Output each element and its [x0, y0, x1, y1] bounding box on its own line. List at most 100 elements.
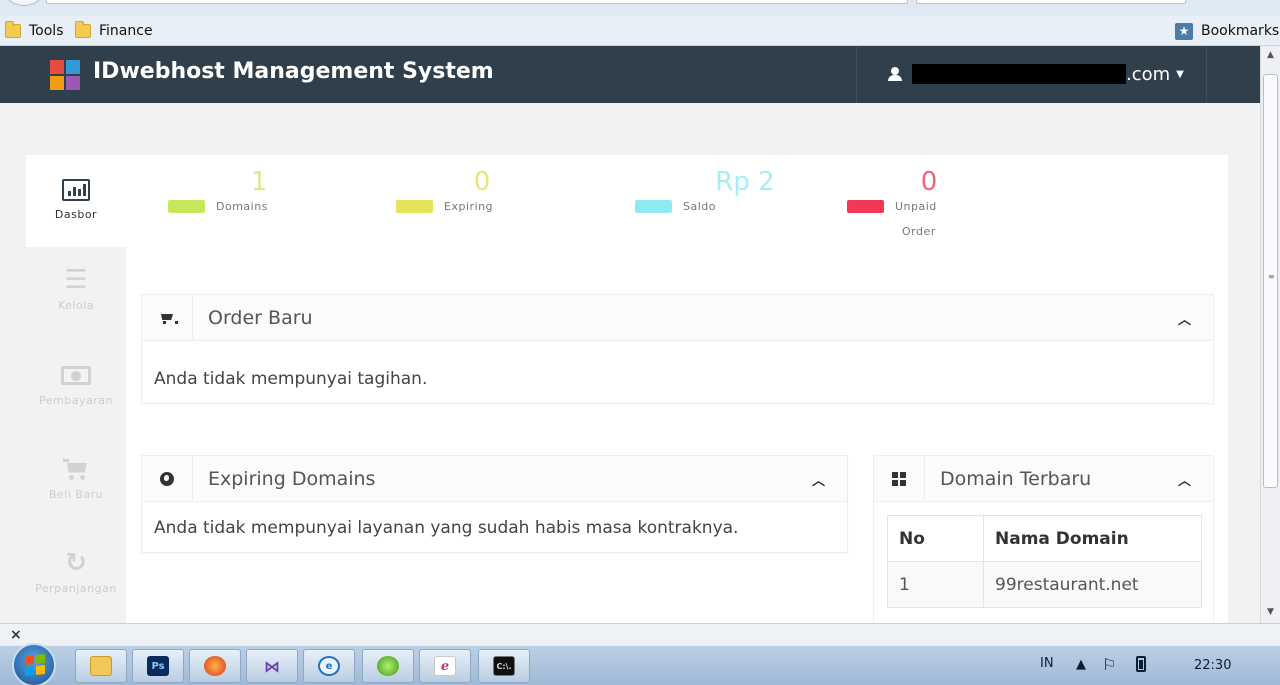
bookmark-folder-finance[interactable]: Finance	[75, 20, 153, 42]
grip-icon: ≡	[1268, 272, 1275, 281]
sidebar-item-dasbor[interactable]: Dasbor	[26, 174, 126, 221]
sidebar-item-perpanjangan[interactable]: ↻ Perpanjangan	[26, 548, 126, 595]
bookmark-label: Finance	[99, 23, 153, 39]
taskbar-firefox[interactable]	[189, 649, 241, 683]
menu-icon: ☰	[64, 265, 88, 295]
close-icon[interactable]: ×	[10, 627, 22, 643]
taskbar-ie[interactable]: e	[303, 649, 355, 683]
table-cell: 99restaurant.net	[983, 561, 1202, 608]
bookmarks-menu-button[interactable]: ★ Bookmarks	[1175, 20, 1279, 42]
globe-icon	[142, 456, 193, 502]
visual-studio-icon: ⋈	[264, 656, 280, 676]
stat-label: Saldo	[683, 200, 716, 213]
photoshop-icon: Ps	[147, 656, 169, 676]
user-email-suffix: .com	[1126, 63, 1171, 85]
windows-logo-icon	[25, 653, 45, 677]
nav-divider	[1206, 46, 1207, 103]
taskbar-photoshop[interactable]: Ps	[132, 649, 184, 683]
action-center-flag-icon[interactable]: ⚐	[1102, 655, 1116, 674]
windows-taskbar: Ps ⋈ e ℯ C:\. IN ▲ ⚐ 22:30	[0, 643, 1280, 685]
user-icon	[888, 67, 902, 81]
cart-icon	[26, 454, 126, 484]
panel-title: Domain Terbaru	[940, 468, 1092, 490]
refresh-icon: ↻	[65, 548, 87, 578]
chevron-up-icon[interactable]: ︿	[812, 470, 825, 489]
folder-icon	[90, 656, 112, 676]
caret-down-icon: ▼	[1176, 68, 1184, 80]
language-indicator[interactable]: IN	[1040, 656, 1054, 671]
sidebar-item-label: Beli Baru	[48, 488, 104, 501]
sidebar-item-beli-baru[interactable]: Beli Baru	[26, 454, 126, 501]
table-header-row: No Nama Domain	[887, 515, 1202, 562]
folder-icon	[75, 21, 91, 38]
back-button[interactable]	[5, 0, 43, 6]
panel-header: Expiring Domains ︿	[142, 456, 847, 502]
scroll-thumb[interactable]: ≡	[1263, 74, 1278, 488]
chevron-up-icon[interactable]: ︿	[1178, 470, 1191, 489]
folder-icon	[5, 21, 21, 38]
panel-title: Order Baru	[208, 307, 313, 329]
stat-label: Unpaid	[895, 200, 937, 213]
sidebar-item-pembayaran[interactable]: Pembayaran	[26, 360, 126, 407]
battery-icon[interactable]	[1136, 656, 1146, 676]
start-button[interactable]	[12, 643, 56, 685]
panel-title: Expiring Domains	[208, 468, 376, 490]
table-row: 1 99restaurant.net	[887, 561, 1202, 608]
stat-value: 0	[920, 167, 938, 197]
user-menu-dropdown[interactable]: .com ▼	[888, 62, 1184, 86]
address-bar-strip	[0, 0, 1280, 16]
stat-swatch	[168, 200, 205, 213]
page-viewport: IDwebhost Management System .com ▼ Dasbo…	[0, 46, 1260, 623]
money-icon	[26, 360, 126, 390]
sidebar-item-label: Perpanjangan	[35, 582, 117, 595]
bookmarks-toolbar: Tools Finance ★ Bookmarks	[0, 16, 1280, 46]
page-scrollbar[interactable]: ▲ ≡ ▼	[1260, 46, 1280, 623]
taskbar-cmd[interactable]: C:\.	[478, 649, 530, 683]
stat-value: 1	[250, 167, 268, 197]
shopping-cart-icon	[142, 295, 193, 341]
table-cell: 1	[887, 561, 984, 608]
brand-title[interactable]: IDwebhost Management System	[93, 59, 494, 84]
taskbar-app-pink[interactable]: ℯ	[419, 649, 471, 683]
column-header: Nama Domain	[983, 515, 1202, 562]
nav-divider	[856, 46, 857, 103]
cmd-icon: C:\.	[493, 656, 515, 676]
panel-domain-terbaru: Domain Terbaru ︿ No Nama Domain 1 99rest…	[873, 455, 1214, 623]
ie-icon: e	[318, 656, 340, 676]
stat-label: Expiring	[444, 200, 494, 213]
taskbar-explorer[interactable]	[75, 649, 127, 683]
top-navbar: IDwebhost Management System .com ▼	[0, 46, 1260, 103]
show-hidden-icons-icon[interactable]: ▲	[1076, 657, 1086, 672]
stat-swatch	[847, 200, 884, 213]
bookmarks-menu-label: Bookmarks	[1201, 23, 1280, 39]
sidebar-item-label: Kelola	[57, 299, 95, 312]
redacted-email	[912, 64, 1126, 84]
taskbar-visual-studio[interactable]: ⋈	[246, 649, 298, 683]
brand-logo[interactable]	[50, 60, 82, 92]
firefox-icon	[204, 656, 226, 676]
stat-swatch	[635, 200, 672, 213]
sidebar-item-label: Pembayaran	[39, 394, 113, 407]
browser-status-bar: ×	[0, 623, 1280, 645]
star-icon: ★	[1175, 22, 1193, 40]
scroll-up-arrow-icon[interactable]: ▲	[1261, 46, 1280, 64]
browser-search-input[interactable]	[916, 0, 1186, 4]
column-header: No	[887, 515, 984, 562]
url-input[interactable]	[46, 0, 908, 4]
sidebar-item-kelola[interactable]: ☰ Kelola	[26, 265, 126, 312]
taskbar-app-green[interactable]	[362, 649, 414, 683]
stat-label-line2: Order	[902, 225, 936, 238]
bookmark-folder-tools[interactable]: Tools	[5, 20, 64, 42]
stat-swatch	[396, 200, 433, 213]
panel-expiring-domains: Expiring Domains ︿ Anda tidak mempunyai …	[141, 455, 848, 553]
scroll-down-arrow-icon[interactable]: ▼	[1261, 603, 1280, 621]
panel-header: Order Baru ︿	[142, 295, 1213, 341]
app-pink-icon: ℯ	[434, 656, 456, 676]
domain-table: No Nama Domain 1 99restaurant.net	[887, 515, 1202, 608]
stat-value: 0	[473, 167, 491, 197]
stat-value: Rp 2	[715, 167, 775, 197]
bar-chart-icon	[26, 174, 126, 204]
clock-time[interactable]: 22:30	[1194, 658, 1231, 673]
panel-header: Domain Terbaru ︿	[874, 456, 1213, 502]
chevron-up-icon[interactable]: ︿	[1178, 309, 1191, 328]
